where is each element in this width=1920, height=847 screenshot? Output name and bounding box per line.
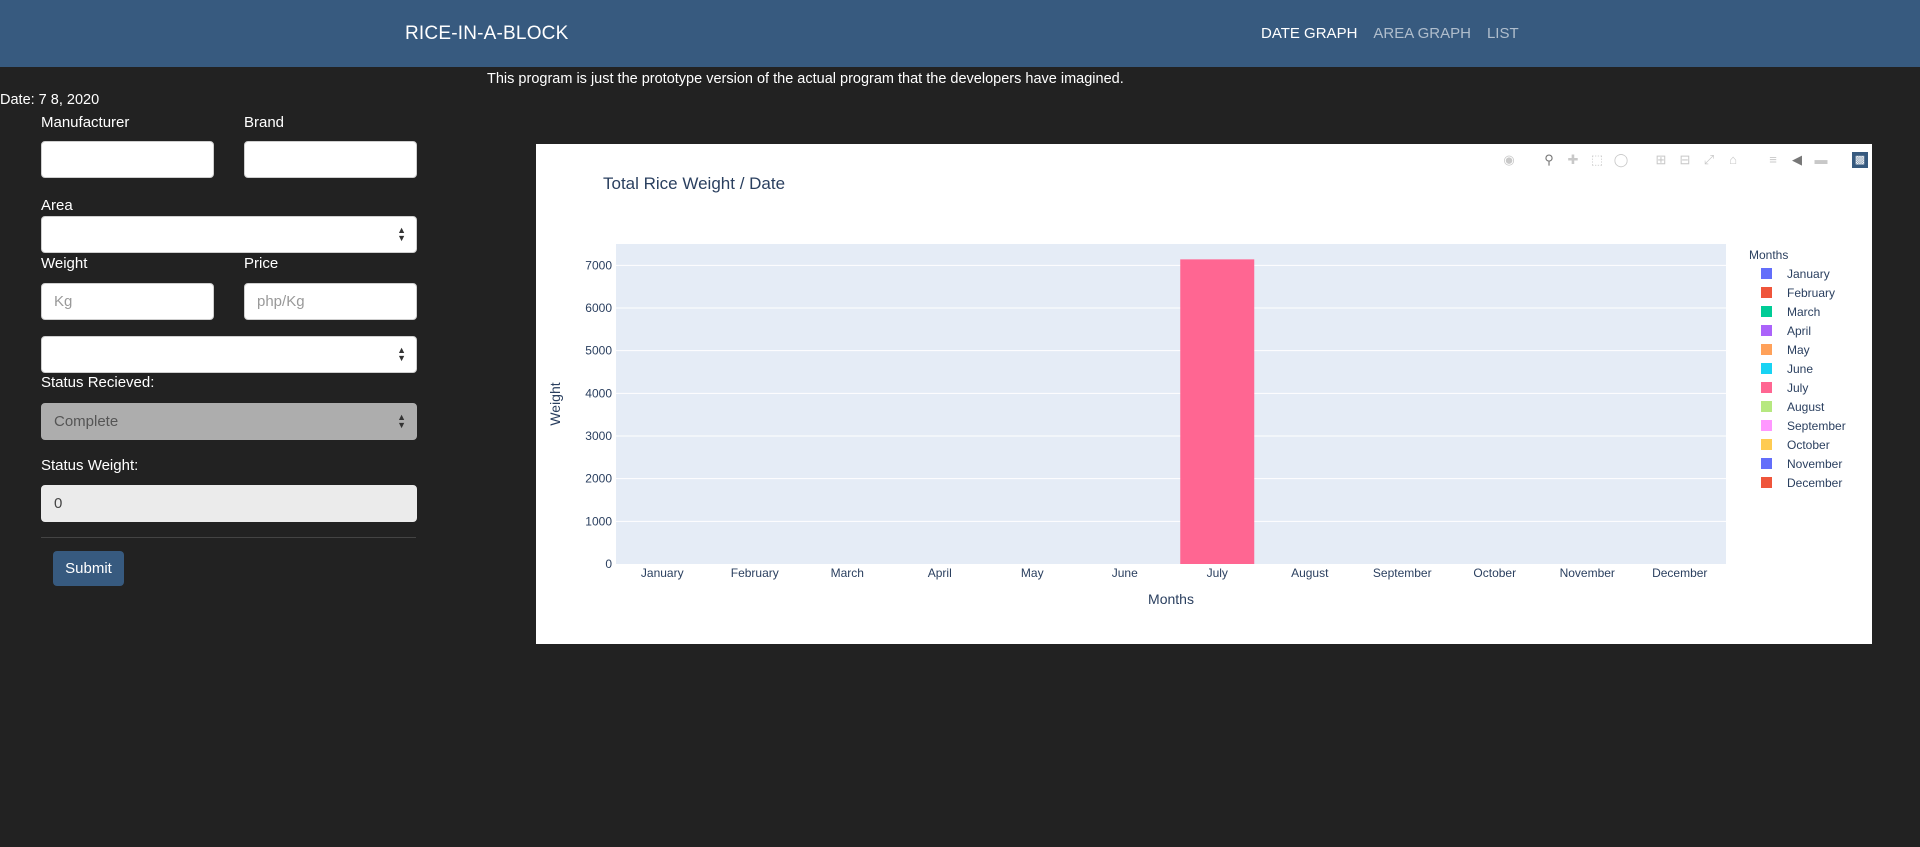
y-tick-label: 3000	[585, 429, 612, 443]
legend-item: November	[1787, 457, 1842, 471]
x-axis-title: Months	[1148, 591, 1194, 607]
legend-item: September	[1787, 419, 1846, 433]
nav-date-graph[interactable]: DATE GRAPH	[1261, 0, 1357, 67]
y-tick-label: 6000	[585, 301, 612, 315]
x-tick-label: February	[731, 566, 779, 580]
plot-area	[616, 244, 1726, 564]
legend-swatch	[1761, 420, 1772, 431]
status-received-select: Complete ▲ ▼	[41, 403, 417, 440]
bar-chart: 0 1000 2000 3000 4000 5000 6000 7000 January Febr…	[547, 174, 1846, 607]
zoom-icon[interactable]: ⚲	[1540, 152, 1558, 168]
x-tick-label: May	[1021, 566, 1044, 580]
select-arrows-icon: ▲ ▼	[397, 225, 406, 243]
reset-axes-icon[interactable]: ⌂	[1724, 152, 1742, 168]
status-weight-field	[41, 485, 417, 522]
x-tick-label: June	[1112, 566, 1138, 580]
legend-item: March	[1787, 305, 1820, 319]
zoom-out-icon[interactable]: ⊟	[1676, 152, 1694, 168]
legend-item: June	[1787, 362, 1813, 376]
spike-lines-icon[interactable]: ≡	[1764, 152, 1782, 168]
legend-item: December	[1787, 476, 1842, 490]
x-tick-label: March	[831, 566, 864, 580]
bar-july	[1180, 259, 1255, 564]
status-received-label: Status Recieved:	[41, 374, 155, 391]
legend-swatch	[1761, 382, 1772, 393]
unit-select[interactable]: ▲ ▼	[41, 336, 417, 373]
legend-item: February	[1787, 286, 1835, 300]
status-received-value: Complete	[54, 413, 119, 430]
chart-title: Total Rice Weight / Date	[603, 174, 785, 193]
y-tick-label: 7000	[585, 258, 612, 272]
x-tick-label: August	[1291, 566, 1329, 580]
y-tick-label: 0	[605, 557, 612, 571]
navbar: RICE-IN-A-BLOCK DATE GRAPH AREA GRAPH LI…	[0, 0, 1920, 67]
hover-closest-icon[interactable]: ◀	[1788, 152, 1806, 168]
weight-input[interactable]	[41, 283, 214, 320]
pan-icon[interactable]: ✚	[1564, 152, 1582, 168]
manufacturer-label: Manufacturer	[41, 114, 130, 131]
select-arrows-icon: ▲ ▼	[397, 345, 406, 363]
y-axis-title: Weight	[547, 382, 563, 425]
legend-swatch	[1761, 458, 1772, 469]
legend-swatch	[1761, 287, 1772, 298]
x-tick-label: July	[1207, 566, 1228, 580]
prototype-notice: This program is just the prototype versi…	[487, 71, 1124, 87]
price-input[interactable]	[244, 283, 417, 320]
legend-item: April	[1787, 324, 1811, 338]
nav-area-graph[interactable]: AREA GRAPH	[1373, 0, 1471, 67]
autoscale-icon[interactable]: ⤢	[1700, 152, 1718, 168]
area-select[interactable]: ▲ ▼	[41, 216, 417, 253]
legend-swatch	[1761, 325, 1772, 336]
legend-item: January	[1787, 267, 1830, 281]
plotly-logo-icon[interactable]: ▩	[1852, 152, 1868, 168]
status-weight-label: Status Weight:	[41, 457, 139, 474]
hover-compare-icon[interactable]: ▬	[1812, 152, 1830, 168]
legend-item: May	[1787, 343, 1810, 357]
price-label: Price	[244, 255, 279, 272]
select-arrows-icon: ▲ ▼	[397, 412, 406, 430]
legend-swatch	[1761, 306, 1772, 317]
legend-item: October	[1787, 438, 1830, 452]
form-divider	[41, 537, 416, 538]
legend-item: July	[1787, 381, 1808, 395]
legend-swatch	[1761, 344, 1772, 355]
legend-title: Months	[1749, 248, 1788, 262]
legend-swatch	[1761, 363, 1772, 374]
x-tick-label: September	[1373, 566, 1432, 580]
x-tick-label: November	[1560, 566, 1615, 580]
y-tick-label: 2000	[585, 472, 612, 486]
nav-links: DATE GRAPH AREA GRAPH LIST	[1261, 0, 1535, 67]
y-tick-label: 5000	[585, 344, 612, 358]
y-tick-label: 1000	[585, 514, 612, 528]
brand-title[interactable]: RICE-IN-A-BLOCK	[405, 0, 568, 67]
area-label: Area	[41, 197, 73, 214]
x-tick-label: January	[641, 566, 684, 580]
current-date: Date: 7 8, 2020	[0, 92, 100, 108]
camera-icon[interactable]: ◉	[1500, 152, 1518, 168]
legend-item: August	[1787, 400, 1825, 414]
brand-input[interactable]	[244, 141, 417, 178]
x-tick-label: April	[928, 566, 952, 580]
weight-label: Weight	[41, 255, 88, 272]
lasso-select-icon[interactable]: ◯	[1612, 152, 1630, 168]
legend-swatch	[1761, 477, 1772, 488]
x-tick-label: October	[1473, 566, 1516, 580]
chart-panel: 0 1000 2000 3000 4000 5000 6000 7000 January Febr…	[536, 144, 1872, 644]
zoom-in-icon[interactable]: ⊞	[1652, 152, 1670, 168]
box-select-icon[interactable]: ⬚	[1588, 152, 1606, 168]
legend-swatch	[1761, 439, 1772, 450]
submit-button[interactable]: Submit	[53, 551, 124, 586]
y-tick-label: 4000	[585, 386, 612, 400]
legend-swatch	[1761, 268, 1772, 279]
nav-list[interactable]: LIST	[1487, 0, 1519, 67]
x-tick-label: December	[1652, 566, 1707, 580]
manufacturer-input[interactable]	[41, 141, 214, 178]
legend-swatch	[1761, 401, 1772, 412]
chart-modebar: ◉ ⚲ ✚ ⬚ ◯ ⊞ ⊟ ⤢ ⌂ ≡ ◀ ▬ ▩	[1500, 152, 1868, 168]
brand-label: Brand	[244, 114, 285, 131]
